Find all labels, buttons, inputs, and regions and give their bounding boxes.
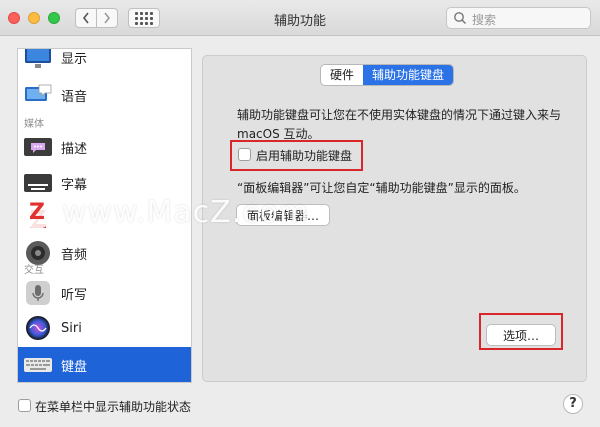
- sidebar-item-audio[interactable]: 音频: [18, 235, 191, 271]
- menu-bar-status-label: 在菜单栏中显示辅助功能状态: [35, 400, 192, 414]
- audio-z-icon: [30, 210, 46, 228]
- microphone-icon: [26, 281, 50, 305]
- title-bar: 辅助功能 搜索: [0, 0, 600, 36]
- chevron-left-icon: [82, 12, 89, 24]
- show-all-button[interactable]: [128, 8, 160, 28]
- search-field[interactable]: 搜索: [446, 7, 591, 29]
- search-placeholder: 搜索: [472, 13, 497, 27]
- display-icon: [25, 49, 51, 68]
- panel-editor-description: “面板编辑器”可让您自定“辅助功能键盘”显示的面板。: [237, 181, 526, 195]
- section-header-interaction: 交互: [24, 265, 44, 276]
- panel-editor-button[interactable]: 面板编辑器…: [236, 204, 330, 226]
- sidebar-item-captions[interactable]: 字幕: [18, 165, 191, 201]
- tab-hardware[interactable]: 硬件: [321, 65, 363, 85]
- enable-keyboard-label: 启用辅助功能键盘: [256, 149, 353, 163]
- close-window-button[interactable]: [8, 12, 20, 24]
- forward-button[interactable]: [96, 8, 118, 28]
- sidebar-item-keyboard[interactable]: 键盘: [18, 347, 191, 382]
- sidebar-item-descriptions[interactable]: 描述: [18, 129, 191, 165]
- speech-icon: [25, 84, 52, 101]
- section-header-media: 媒体: [24, 119, 44, 130]
- accessibility-keyboard-description: 辅助功能键盘可让您在不使用实体键盘的情况下通过键入来与 macOS 互动。: [237, 108, 562, 141]
- enable-keyboard-checkbox[interactable]: [238, 148, 251, 161]
- back-button[interactable]: [75, 8, 97, 28]
- minimize-window-button[interactable]: [28, 12, 40, 24]
- menu-bar-status-checkbox[interactable]: [18, 399, 31, 412]
- tab-bar: 硬件 辅助功能键盘: [320, 64, 455, 86]
- keyboard-icon: [24, 358, 52, 372]
- search-icon: [454, 12, 467, 25]
- zoom-window-button[interactable]: [48, 12, 60, 24]
- captions-icon: [24, 174, 52, 192]
- chevron-right-icon: [104, 12, 111, 24]
- grid-icon: [135, 11, 153, 25]
- help-button[interactable]: ?: [563, 394, 583, 414]
- options-button[interactable]: 选项…: [486, 324, 556, 346]
- sidebar-item-speech[interactable]: 语音: [18, 77, 191, 113]
- sidebar-item-display[interactable]: 显示: [18, 49, 191, 75]
- window-title: 辅助功能: [273, 14, 326, 29]
- descriptions-icon: [24, 138, 52, 156]
- sidebar-item-siri[interactable]: Siri: [18, 310, 191, 346]
- sidebar-item-dictation[interactable]: 听写: [18, 275, 191, 311]
- siri-icon: [26, 316, 50, 340]
- tab-accessibility-keyboard[interactable]: 辅助功能键盘: [363, 65, 454, 85]
- sidebar-item-audio-z[interactable]: [18, 201, 191, 237]
- sidebar[interactable]: 显示 语音 媒体 描述 字幕 音频 交互 听写 Siri 键盘: [17, 48, 192, 383]
